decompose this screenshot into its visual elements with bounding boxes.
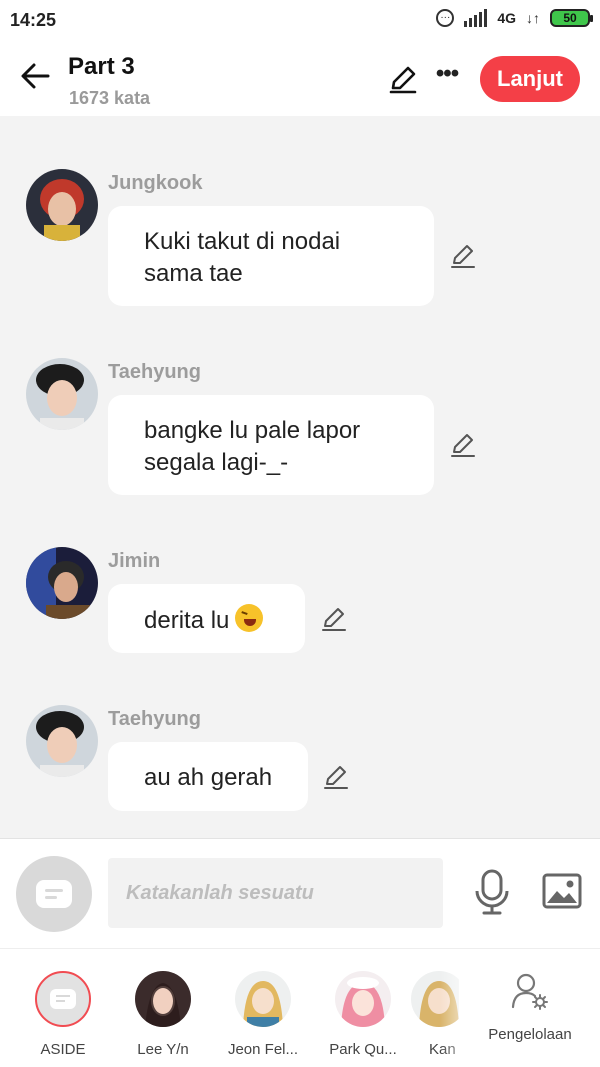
edit-pencil-icon[interactable] xyxy=(388,64,418,94)
message-bubble[interactable]: Kuki takut di nodai sama tae xyxy=(108,206,434,306)
dnd-icon: ··· xyxy=(436,9,455,27)
status-bar: 14:25 ··· 4G ↓↑ 50 xyxy=(0,0,600,40)
chat-area: Jungkook Kuki takut di nodai sama tae Ta… xyxy=(0,116,600,838)
next-button[interactable]: Lanjut xyxy=(480,56,580,102)
battery-icon: 50 xyxy=(550,9,593,27)
character-jeon-fel[interactable]: Jeon Fel... xyxy=(217,971,309,1058)
character-label: Jeon Fel... xyxy=(227,1041,299,1058)
sender-name: Jungkook xyxy=(108,172,203,194)
scroll-fade xyxy=(440,949,480,1067)
word-count: 1673 kata xyxy=(69,88,151,108)
character-label: Lee Y/n xyxy=(137,1041,189,1058)
message-text: derita lu xyxy=(144,607,230,634)
edit-message-icon[interactable] xyxy=(449,242,477,270)
aside-chat-icon xyxy=(50,989,76,1009)
avatar xyxy=(26,705,98,777)
avatar xyxy=(335,971,391,1027)
data-transfer-icon: ↓↑ xyxy=(526,10,540,26)
message-text: sama tae xyxy=(144,260,243,287)
page-title: Part 3 xyxy=(68,53,135,80)
edit-message-icon[interactable] xyxy=(322,763,350,791)
rolling-laughing-emoji-icon xyxy=(235,604,264,632)
compose-bar xyxy=(0,838,600,948)
status-time: 14:25 xyxy=(10,10,57,30)
message-bubble[interactable]: derita lu xyxy=(108,584,305,653)
avatar xyxy=(135,971,191,1027)
character-park-qu[interactable]: Park Qu... xyxy=(317,971,409,1058)
character-aside[interactable]: ASIDE xyxy=(17,971,109,1058)
message-text: au ah gerah xyxy=(144,764,273,791)
battery-level: 50 xyxy=(563,11,577,25)
edit-message-icon[interactable] xyxy=(320,605,348,633)
more-options-icon[interactable]: ••• xyxy=(432,62,462,92)
avatar xyxy=(26,358,98,430)
sender-name: Taehyung xyxy=(108,361,201,383)
image-icon[interactable] xyxy=(542,873,582,909)
aside-avatar xyxy=(35,971,91,1027)
message-bubble[interactable]: au ah gerah xyxy=(108,742,308,811)
management-label: Pengelolaan xyxy=(488,1026,572,1043)
avatar xyxy=(235,971,291,1027)
message-text: segala lagi-_- xyxy=(144,449,289,476)
message-input[interactable] xyxy=(108,858,443,928)
avatar xyxy=(26,169,98,241)
edit-message-icon[interactable] xyxy=(449,431,477,459)
management-button[interactable]: Pengelolaan xyxy=(480,971,580,1043)
sender-name: Jimin xyxy=(108,550,161,572)
message-bubble[interactable]: bangke lu pale lapor segala lagi-_- xyxy=(108,395,434,495)
character-lee-yn[interactable]: Lee Y/n xyxy=(117,971,209,1058)
aside-toggle-button[interactable] xyxy=(16,856,92,932)
character-label: Park Qu... xyxy=(329,1041,397,1058)
character-bar: ASIDE Lee Y/n Jeon Fel... Park Qu... Kan xyxy=(0,948,600,1067)
signal-icon xyxy=(464,9,488,27)
header: Part 3 1673 kata ••• Lanjut xyxy=(0,40,600,116)
message-text: bangke lu pale lapor xyxy=(144,417,361,444)
status-icons: ··· 4G ↓↑ 50 xyxy=(436,9,593,27)
character-label: ASIDE xyxy=(40,1041,86,1058)
message-text: Kuki takut di nodai xyxy=(144,228,341,255)
avatar xyxy=(26,547,98,619)
aside-chat-icon xyxy=(36,880,72,908)
manage-people-icon xyxy=(511,973,548,1010)
back-arrow-icon[interactable] xyxy=(18,58,54,94)
sender-name: Taehyung xyxy=(108,708,201,730)
microphone-icon[interactable] xyxy=(474,869,510,915)
network-type: 4G xyxy=(497,10,516,26)
